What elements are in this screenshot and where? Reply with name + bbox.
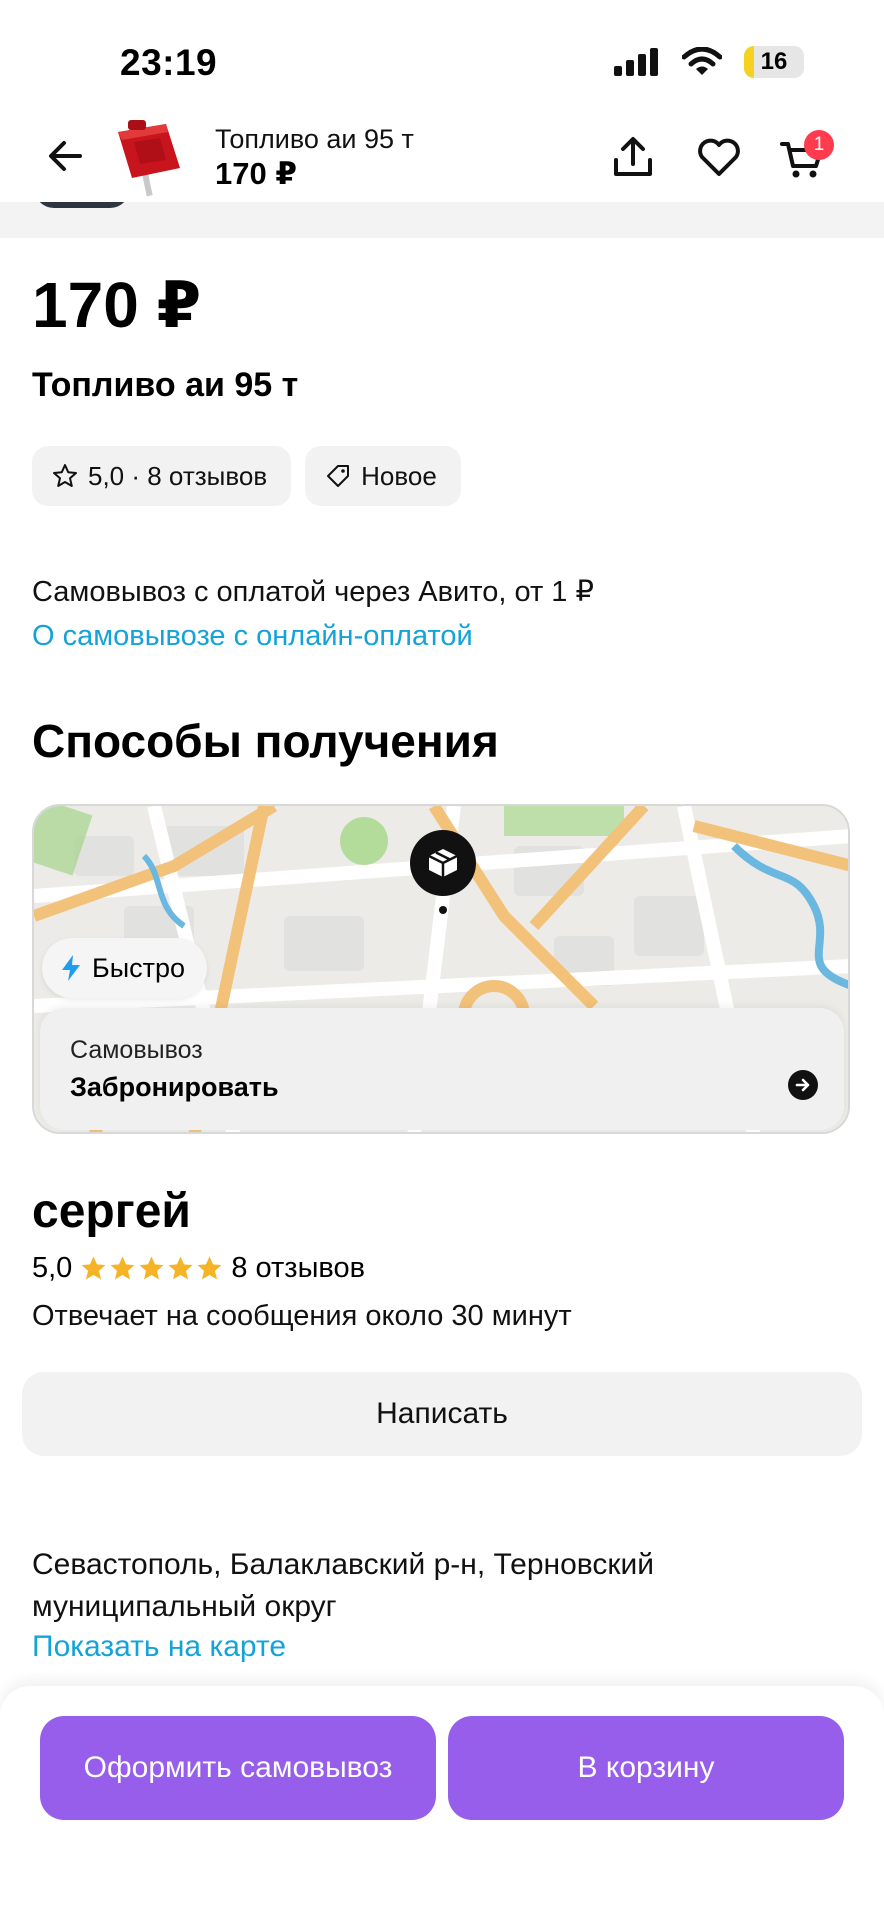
star-outline-icon <box>53 464 77 487</box>
tag-icon <box>327 465 350 487</box>
cart-badge: 1 <box>804 130 834 160</box>
fast-badge: Быстро <box>42 938 208 998</box>
seller-rating[interactable]: 5,0 8 отзывов <box>32 1252 365 1285</box>
wifi-icon <box>682 47 722 75</box>
product-chips: 5,0 · 8 отзывов Новое <box>32 446 461 506</box>
gallery-image-edge <box>34 202 130 208</box>
lightning-icon <box>62 955 80 981</box>
arrow-right-icon[interactable] <box>788 1070 818 1100</box>
status-bar: 23:19 16 <box>0 0 884 120</box>
star-filled-icon <box>139 1256 164 1280</box>
status-time: 23:19 <box>120 42 218 83</box>
delivery-map-card[interactable]: Быстро Самовывоз Забронировать <box>32 804 850 1134</box>
seller-response-time: Отвечает на сообщения около 30 минут <box>32 1300 572 1332</box>
rating-chip[interactable]: 5,0 · 8 отзывов <box>32 446 292 506</box>
seller-rating-value: 5,0 <box>32 1252 73 1284</box>
fast-badge-label: Быстро <box>92 952 186 983</box>
cellular-signal-icon <box>614 48 658 76</box>
condition-chip[interactable]: Новое <box>305 446 461 506</box>
battery-level: 16 <box>760 48 788 75</box>
seller-reviews-count: 8 отзывов <box>231 1252 366 1284</box>
battery-fill <box>744 46 754 78</box>
share-icon[interactable] <box>608 132 658 182</box>
box-icon <box>428 849 458 877</box>
write-message-button[interactable]: Написать <box>22 1372 862 1456</box>
seller-name[interactable]: сергей <box>32 1184 191 1239</box>
battery-indicator: 16 <box>744 46 804 78</box>
gallery-edge <box>0 202 884 238</box>
star-filled-icon <box>168 1256 193 1280</box>
checkout-pickup-button[interactable]: Оформить самовывоз <box>40 1716 436 1820</box>
product-header: Топливо аи 95 т 170 ₽ 1 <box>0 118 884 204</box>
pickup-point-marker <box>410 830 476 896</box>
header-price: 170 ₽ <box>215 156 297 191</box>
product-thumbnail[interactable] <box>104 118 194 198</box>
marker-dot <box>439 906 447 914</box>
star-filled-icon <box>81 1256 106 1280</box>
product-title: Топливо аи 95 т <box>32 366 299 404</box>
heart-icon[interactable] <box>694 132 744 182</box>
show-on-map-link[interactable]: Показать на карте <box>32 1630 286 1664</box>
rating-stars <box>80 1255 223 1282</box>
status-icons: 16 <box>614 46 804 78</box>
pickup-option[interactable]: Самовывоз Забронировать <box>40 1008 844 1130</box>
pickup-option-label: Самовывоз <box>70 1036 203 1064</box>
product-price: 170 ₽ <box>32 269 202 341</box>
add-to-cart-button[interactable]: В корзину <box>448 1716 844 1820</box>
star-filled-icon <box>197 1256 222 1280</box>
reserve-action[interactable]: Забронировать <box>70 1072 279 1103</box>
back-arrow-icon[interactable] <box>44 134 88 178</box>
condition-chip-label: Новое <box>361 460 437 491</box>
bottom-action-bar: Оформить самовывоз В корзину <box>0 1686 884 1920</box>
seller-address: Севастополь, Балаклавский р-н, Терновски… <box>32 1548 655 1623</box>
rating-chip-label: 5,0 · 8 отзывов <box>88 460 268 491</box>
pickup-info-link[interactable]: О самовывозе с онлайн-оплатой <box>32 620 473 653</box>
delivery-section-title: Способы получения <box>32 715 499 767</box>
pickup-payment-text: Самовывоз с оплатой через Авито, от 1 ₽ <box>32 576 594 608</box>
star-filled-icon <box>110 1256 135 1280</box>
header-title: Топливо аи 95 т <box>215 124 414 154</box>
